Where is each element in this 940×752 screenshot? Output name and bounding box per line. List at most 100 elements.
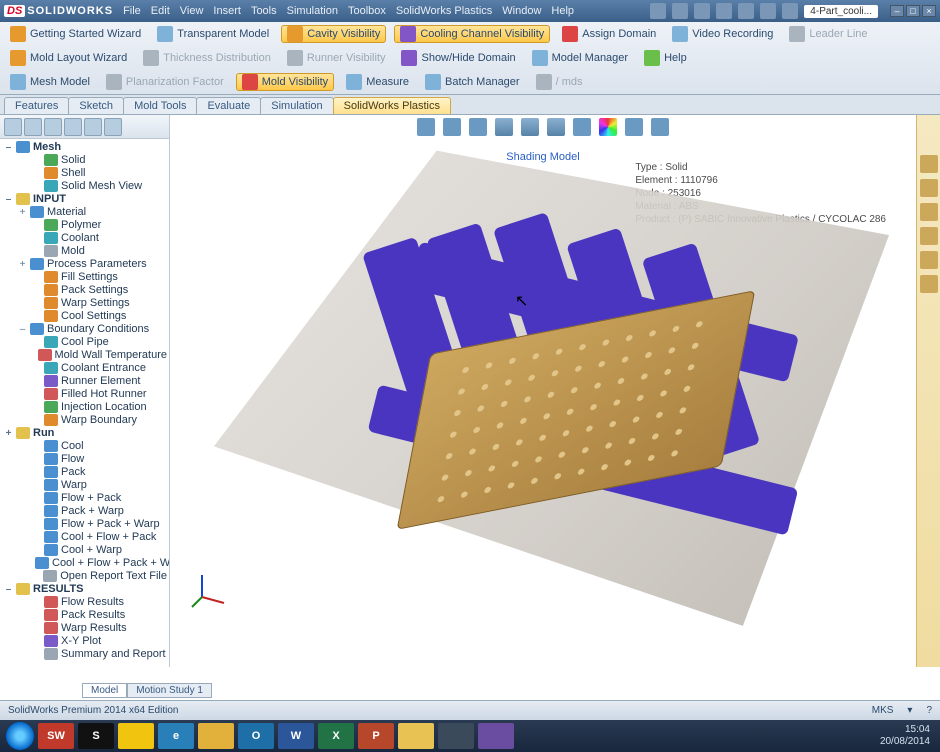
status-units[interactable]: MKS [872, 705, 894, 716]
cmd-mold-layout-wizard[interactable]: Mold Layout Wizard [6, 49, 131, 67]
panel-tab-icon[interactable] [64, 118, 82, 136]
options-icon[interactable] [782, 3, 798, 19]
menu-tools[interactable]: Tools [251, 5, 277, 17]
menu-toolbox[interactable]: Toolbox [348, 5, 386, 17]
tree-warp[interactable]: Warp [4, 479, 167, 492]
tree-fill-settings[interactable]: Fill Settings [4, 271, 167, 284]
tree-pack-results[interactable]: Pack Results [4, 609, 167, 622]
tree-shell[interactable]: Shell [4, 167, 167, 180]
minimize-button[interactable]: – [890, 5, 904, 17]
tree-cool-flow-pack-warp[interactable]: Cool + Flow + Pack + Warp [4, 557, 167, 570]
file-explorer-icon[interactable] [920, 203, 938, 221]
tree-cool-flow-pack[interactable]: Cool + Flow + Pack [4, 531, 167, 544]
tree-coolant[interactable]: Coolant [4, 232, 167, 245]
open-icon[interactable] [672, 3, 688, 19]
tree-cool[interactable]: Cool [4, 440, 167, 453]
tree-results[interactable]: –RESULTS [4, 583, 167, 596]
tree-flow-results[interactable]: Flow Results [4, 596, 167, 609]
undo-icon[interactable] [738, 3, 754, 19]
menu-file[interactable]: File [123, 5, 141, 17]
tree-warp-boundary[interactable]: Warp Boundary [4, 414, 167, 427]
menu-solidworks-plastics[interactable]: SolidWorks Plastics [396, 5, 492, 17]
cmd-cavity-visibility[interactable]: Cavity Visibility [281, 25, 386, 43]
new-icon[interactable] [650, 3, 666, 19]
expand-icon[interactable]: – [4, 194, 13, 205]
tree-open-report-text-file[interactable]: Open Report Text File [4, 570, 167, 583]
menu-edit[interactable]: Edit [151, 5, 170, 17]
tree-flow-pack-warp[interactable]: Flow + Pack + Warp [4, 518, 167, 531]
tree-mold[interactable]: Mold [4, 245, 167, 258]
panel-tab-icon[interactable] [4, 118, 22, 136]
model-tab-motion-study-1[interactable]: Motion Study 1 [127, 683, 212, 698]
tree-mesh[interactable]: –Mesh [4, 141, 167, 154]
taskbar-clock[interactable]: 15:04 20/08/2014 [880, 724, 934, 748]
cmd-mold-visibility[interactable]: Mold Visibility [236, 73, 334, 91]
tree-coolant-entrance[interactable]: Coolant Entrance [4, 362, 167, 375]
tree-flow[interactable]: Flow [4, 453, 167, 466]
expand-icon[interactable]: + [4, 428, 13, 439]
taskbar-app[interactable] [118, 723, 154, 749]
tree-pack[interactable]: Pack [4, 466, 167, 479]
cmd-batch-manager[interactable]: Batch Manager [421, 73, 524, 91]
taskbar-app[interactable] [398, 723, 434, 749]
tree-mold-wall-temperature[interactable]: Mold Wall Temperature [4, 349, 167, 362]
taskbar-app[interactable]: e [158, 723, 194, 749]
cmd-mesh-model[interactable]: Mesh Model [6, 73, 94, 91]
cmd-help[interactable]: Help [640, 49, 691, 67]
panel-tab-icon[interactable] [84, 118, 102, 136]
menu-view[interactable]: View [180, 5, 204, 17]
tree-summary-and-report[interactable]: Summary and Report [4, 648, 167, 661]
cmd-getting-started-wizard[interactable]: Getting Started Wizard [6, 25, 145, 43]
expand-icon[interactable]: + [18, 207, 27, 218]
tree-cool-pipe[interactable]: Cool Pipe [4, 336, 167, 349]
taskbar-app[interactable] [438, 723, 474, 749]
taskbar-app[interactable] [198, 723, 234, 749]
cmd-video-recording[interactable]: Video Recording [668, 25, 777, 43]
status-dropdown-icon[interactable]: ▾ [907, 705, 912, 716]
taskbar-app[interactable]: W [278, 723, 314, 749]
custom-props-icon[interactable] [920, 275, 938, 293]
tree-pack-settings[interactable]: Pack Settings [4, 284, 167, 297]
expand-icon[interactable]: – [18, 324, 27, 335]
expand-icon[interactable]: – [4, 584, 13, 595]
cmd-show-hide-domain[interactable]: Show/Hide Domain [397, 49, 519, 67]
resources-icon[interactable] [920, 155, 938, 173]
tree-run[interactable]: +Run [4, 427, 167, 440]
expand-icon[interactable]: – [4, 142, 13, 153]
tree-boundary-conditions[interactable]: –Boundary Conditions [4, 323, 167, 336]
tree-warp-settings[interactable]: Warp Settings [4, 297, 167, 310]
view-palette-icon[interactable] [920, 227, 938, 245]
taskbar-app[interactable]: X [318, 723, 354, 749]
panel-tab-icon[interactable] [104, 118, 122, 136]
tree-injection-location[interactable]: Injection Location [4, 401, 167, 414]
status-help-icon[interactable]: ? [926, 705, 932, 716]
menu-window[interactable]: Window [502, 5, 541, 17]
cmd-model-manager[interactable]: Model Manager [528, 49, 632, 67]
tree-pack-warp[interactable]: Pack + Warp [4, 505, 167, 518]
taskbar-app[interactable]: S [78, 723, 114, 749]
tab-mold-tools[interactable]: Mold Tools [123, 97, 197, 114]
tree-flow-pack[interactable]: Flow + Pack [4, 492, 167, 505]
tab-solidworks-plastics[interactable]: SolidWorks Plastics [333, 97, 451, 114]
tree-filled-hot-runner[interactable]: Filled Hot Runner [4, 388, 167, 401]
cmd-assign-domain[interactable]: Assign Domain [558, 25, 660, 43]
rebuild-icon[interactable] [760, 3, 776, 19]
print-icon[interactable] [716, 3, 732, 19]
expand-icon[interactable]: + [18, 259, 27, 270]
tree-polymer[interactable]: Polymer [4, 219, 167, 232]
tab-simulation[interactable]: Simulation [260, 97, 333, 114]
tree-warp-results[interactable]: Warp Results [4, 622, 167, 635]
menu-simulation[interactable]: Simulation [287, 5, 338, 17]
tree-process-parameters[interactable]: +Process Parameters [4, 258, 167, 271]
appearances-icon[interactable] [920, 251, 938, 269]
cmd-cooling-channel-visibility[interactable]: Cooling Channel Visibility [394, 25, 550, 43]
tree-material[interactable]: +Material [4, 206, 167, 219]
tree-solid[interactable]: Solid [4, 154, 167, 167]
taskbar-app[interactable]: SW [38, 723, 74, 749]
tree-cool-settings[interactable]: Cool Settings [4, 310, 167, 323]
restore-button[interactable]: □ [906, 5, 920, 17]
taskbar-app[interactable]: P [358, 723, 394, 749]
panel-tab-icon[interactable] [44, 118, 62, 136]
model-tab-model[interactable]: Model [82, 683, 127, 698]
cmd-measure[interactable]: Measure [342, 73, 413, 91]
